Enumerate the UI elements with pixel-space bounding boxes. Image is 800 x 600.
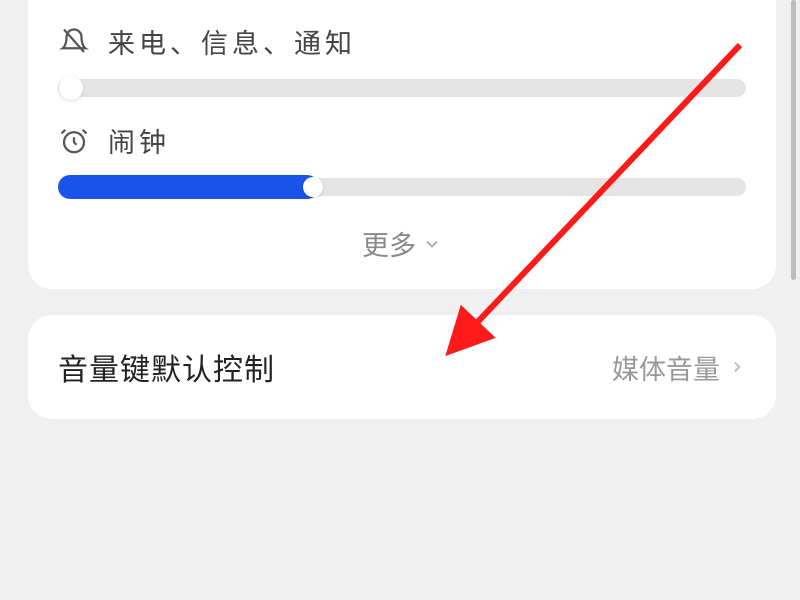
- alarm-slider[interactable]: [58, 178, 746, 196]
- volume-key-control-item[interactable]: 音量键默认控制 媒体音量: [28, 315, 776, 419]
- volume-key-control-value-wrap: 媒体音量: [612, 348, 746, 387]
- bell-off-icon: [58, 26, 90, 58]
- chevron-down-icon: [422, 234, 442, 254]
- settings-screen: 来电、信息、通知 闹钟: [0, 0, 800, 600]
- chevron-right-icon: [728, 353, 746, 381]
- alarm-slider-thumb[interactable]: [303, 177, 323, 197]
- alarm-header: 闹钟: [58, 121, 746, 160]
- volume-key-control-value: 媒体音量: [612, 348, 720, 387]
- scrollbar[interactable]: [791, 0, 796, 280]
- volume-settings-card: 来电、信息、通知 闹钟: [28, 0, 776, 289]
- notifications-slider-thumb[interactable]: [59, 76, 83, 100]
- more-label: 更多: [362, 224, 416, 263]
- notifications-slider[interactable]: [58, 79, 746, 97]
- alarm-clock-icon: [58, 125, 90, 157]
- alarm-label: 闹钟: [108, 121, 170, 160]
- notifications-header: 来电、信息、通知: [58, 22, 746, 61]
- volume-key-control-title: 音量键默认控制: [58, 345, 275, 389]
- notifications-label: 来电、信息、通知: [108, 22, 356, 61]
- alarm-volume-item: 闹钟: [58, 121, 746, 196]
- more-button[interactable]: 更多: [58, 224, 746, 269]
- notifications-volume-item: 来电、信息、通知: [58, 22, 746, 97]
